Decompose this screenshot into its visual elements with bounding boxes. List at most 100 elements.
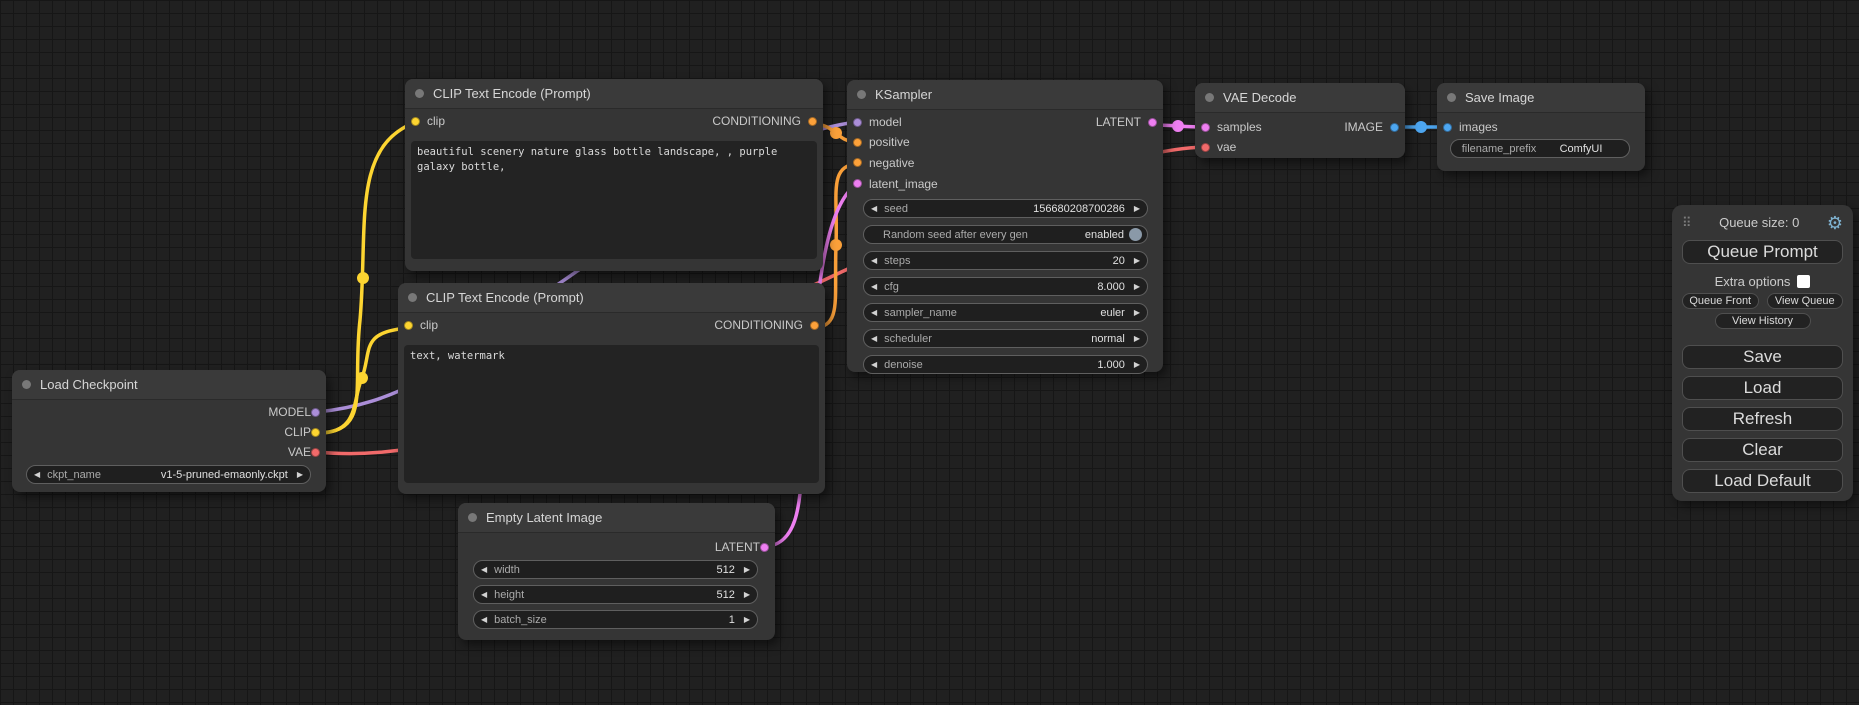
input-port-vae[interactable] xyxy=(1201,143,1210,152)
increment-arrow-icon[interactable]: ▶ xyxy=(744,616,750,624)
decrement-arrow-icon[interactable]: ◀ xyxy=(871,283,877,291)
output-label-latent: LATENT xyxy=(1096,115,1141,129)
denoise-widget[interactable]: ◀ denoise 1.000 ▶ xyxy=(863,355,1148,374)
sampler-name-widget[interactable]: ◀ sampler_name euler ▶ xyxy=(863,303,1148,322)
increment-arrow-icon[interactable]: ▶ xyxy=(297,471,303,479)
node-title-bar[interactable]: VAE Decode xyxy=(1195,83,1405,113)
widget-label: scheduler xyxy=(884,333,932,345)
output-port-conditioning[interactable] xyxy=(808,117,817,126)
increment-arrow-icon[interactable]: ▶ xyxy=(1134,335,1140,343)
node-clip-text-encode-positive[interactable]: CLIP Text Encode (Prompt) clip CONDITION… xyxy=(405,79,823,271)
scheduler-widget[interactable]: ◀ scheduler normal ▶ xyxy=(863,329,1148,348)
node-title-bar[interactable]: Empty Latent Image xyxy=(458,503,775,533)
collapse-dot-icon[interactable] xyxy=(415,89,424,98)
node-title-bar[interactable]: Load Checkpoint xyxy=(12,370,326,400)
load-button[interactable]: Load xyxy=(1682,376,1843,400)
save-button[interactable]: Save xyxy=(1682,345,1843,369)
batch-size-widget[interactable]: ◀ batch_size 1 ▶ xyxy=(473,610,758,629)
queue-front-button[interactable]: Queue Front xyxy=(1682,293,1759,309)
node-title: CLIP Text Encode (Prompt) xyxy=(433,86,591,101)
link-dot[interactable] xyxy=(830,127,842,139)
increment-arrow-icon[interactable]: ▶ xyxy=(1134,361,1140,369)
ckpt-name-widget[interactable]: ◀ ckpt_name v1-5-pruned-emaonly.ckpt ▶ xyxy=(26,465,311,484)
decrement-arrow-icon[interactable]: ◀ xyxy=(481,566,487,574)
clear-button[interactable]: Clear xyxy=(1682,438,1843,462)
node-title-bar[interactable]: Save Image xyxy=(1437,83,1645,113)
input-label-samples: samples xyxy=(1217,120,1262,134)
link-dot[interactable] xyxy=(830,239,842,251)
input-port-clip[interactable] xyxy=(404,321,413,330)
extra-options-checkbox[interactable] xyxy=(1797,275,1810,288)
height-widget[interactable]: ◀ height 512 ▶ xyxy=(473,585,758,604)
view-history-button[interactable]: View History xyxy=(1715,313,1811,329)
filename-prefix-widget[interactable]: filename_prefix ComfyUI xyxy=(1450,139,1630,158)
decrement-arrow-icon[interactable]: ◀ xyxy=(34,471,40,479)
input-port-clip[interactable] xyxy=(411,117,420,126)
input-port-model[interactable] xyxy=(853,118,862,127)
positive-prompt-textarea[interactable]: beautiful scenery nature glass bottle la… xyxy=(411,141,817,259)
collapse-dot-icon[interactable] xyxy=(408,293,417,302)
decrement-arrow-icon[interactable]: ◀ xyxy=(871,361,877,369)
link-dot[interactable] xyxy=(1172,120,1184,132)
output-port-conditioning[interactable] xyxy=(810,321,819,330)
node-save-image[interactable]: Save Image images filename_prefix ComfyU… xyxy=(1437,83,1645,171)
node-title-bar[interactable]: CLIP Text Encode (Prompt) xyxy=(405,79,823,109)
steps-widget[interactable]: ◀ steps 20 ▶ xyxy=(863,251,1148,270)
node-vae-decode[interactable]: VAE Decode samples IMAGE vae xyxy=(1195,83,1405,158)
load-default-button[interactable]: Load Default xyxy=(1682,469,1843,493)
collapse-dot-icon[interactable] xyxy=(22,380,31,389)
link-dot[interactable] xyxy=(357,272,369,284)
refresh-button[interactable]: Refresh xyxy=(1682,407,1843,431)
widget-value: v1-5-pruned-emaonly.ckpt xyxy=(161,469,288,481)
output-port-image[interactable] xyxy=(1390,123,1399,132)
negative-prompt-textarea[interactable]: text, watermark xyxy=(404,345,819,483)
increment-arrow-icon[interactable]: ▶ xyxy=(744,566,750,574)
input-port-positive[interactable] xyxy=(853,138,862,147)
output-port-latent[interactable] xyxy=(1148,118,1157,127)
input-label-model: model xyxy=(869,115,902,129)
node-title-bar[interactable]: CLIP Text Encode (Prompt) xyxy=(398,283,825,313)
node-load-checkpoint[interactable]: Load Checkpoint MODEL CLIP VAE ◀ ckpt_na… xyxy=(12,370,326,492)
node-clip-text-encode-negative[interactable]: CLIP Text Encode (Prompt) clip CONDITION… xyxy=(398,283,825,494)
decrement-arrow-icon[interactable]: ◀ xyxy=(871,309,877,317)
decrement-arrow-icon[interactable]: ◀ xyxy=(871,335,877,343)
decrement-arrow-icon[interactable]: ◀ xyxy=(871,257,877,265)
increment-arrow-icon[interactable]: ▶ xyxy=(1134,257,1140,265)
input-port-samples[interactable] xyxy=(1201,123,1210,132)
decrement-arrow-icon[interactable]: ◀ xyxy=(481,616,487,624)
collapse-dot-icon[interactable] xyxy=(1447,93,1456,102)
cfg-widget[interactable]: ◀ cfg 8.000 ▶ xyxy=(863,277,1148,296)
increment-arrow-icon[interactable]: ▶ xyxy=(1134,309,1140,317)
node-ksampler[interactable]: KSampler model LATENT positive xyxy=(847,80,1163,372)
input-port-latent-image[interactable] xyxy=(853,179,862,188)
output-port-vae[interactable] xyxy=(311,448,320,457)
output-port-model[interactable] xyxy=(311,408,320,417)
node-empty-latent-image[interactable]: Empty Latent Image LATENT ◀ width 512 ▶ … xyxy=(458,503,775,640)
queue-prompt-button[interactable]: Queue Prompt xyxy=(1682,240,1843,264)
increment-arrow-icon[interactable]: ▶ xyxy=(744,591,750,599)
increment-arrow-icon[interactable]: ▶ xyxy=(1134,205,1140,213)
queue-panel[interactable]: ⠿ Queue size: 0 ⚙ Queue Prompt Extra opt… xyxy=(1672,205,1853,501)
decrement-arrow-icon[interactable]: ◀ xyxy=(871,205,877,213)
seed-widget[interactable]: ◀ seed 156680208700286 ▶ xyxy=(863,199,1148,218)
decrement-arrow-icon[interactable]: ◀ xyxy=(481,591,487,599)
increment-arrow-icon[interactable]: ▶ xyxy=(1134,283,1140,291)
collapse-dot-icon[interactable] xyxy=(468,513,477,522)
input-port-negative[interactable] xyxy=(853,158,862,167)
node-title-bar[interactable]: KSampler xyxy=(847,80,1163,110)
settings-gear-icon[interactable]: ⚙ xyxy=(1827,214,1843,232)
view-queue-button[interactable]: View Queue xyxy=(1767,293,1844,309)
comfyui-canvas[interactable]: Load Checkpoint MODEL CLIP VAE ◀ ckpt_na… xyxy=(0,0,1859,705)
drag-handle-icon[interactable]: ⠿ xyxy=(1682,215,1692,231)
input-port-images[interactable] xyxy=(1443,123,1452,132)
output-port-latent[interactable] xyxy=(760,543,769,552)
node-title: VAE Decode xyxy=(1223,90,1296,105)
random-seed-toggle-widget[interactable]: Random seed after every gen enabled xyxy=(863,225,1148,244)
output-port-clip[interactable] xyxy=(311,428,320,437)
collapse-dot-icon[interactable] xyxy=(857,90,866,99)
link-dot[interactable] xyxy=(356,372,368,384)
toggle-circle-icon[interactable] xyxy=(1129,228,1142,241)
width-widget[interactable]: ◀ width 512 ▶ xyxy=(473,560,758,579)
link-dot[interactable] xyxy=(1415,121,1427,133)
collapse-dot-icon[interactable] xyxy=(1205,93,1214,102)
